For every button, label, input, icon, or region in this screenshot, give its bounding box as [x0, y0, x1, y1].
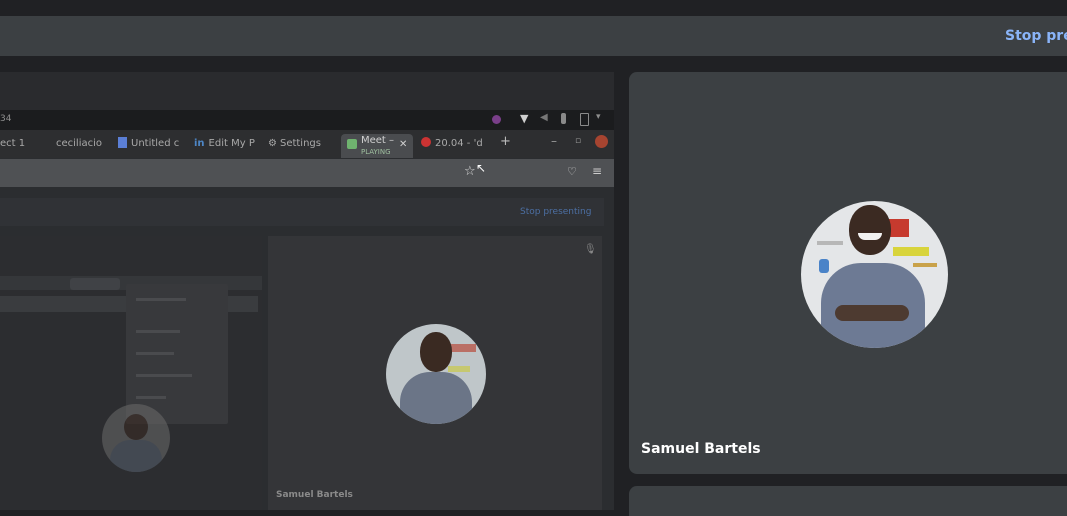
- browser-tab[interactable]: ect 1: [0, 134, 40, 154]
- browser-tab[interactable]: in Edit My P: [194, 134, 256, 154]
- muted-mic-icon: 🎙: [584, 244, 597, 255]
- top-strip: [0, 0, 1067, 16]
- docs-icon: [118, 137, 127, 148]
- presenting-banner: [0, 16, 1067, 56]
- browser-tab[interactable]: ⚙ Settings: [268, 134, 328, 154]
- minimize-icon[interactable]: –: [551, 134, 557, 148]
- participant-name: Samuel Bartels: [641, 441, 761, 457]
- nested-shared-screen: [0, 236, 262, 510]
- system-bar: 34 ▼ ◀ ▾: [0, 110, 614, 130]
- chevron-down-icon: ▾: [596, 112, 601, 122]
- stop-presenting-button[interactable]: Stop prese: [999, 16, 1067, 56]
- shared-screen: 34 ▼ ◀ ▾ ect 1 ceciliacio Untitled c in E…: [0, 72, 614, 510]
- nested-active-tab: [70, 278, 120, 290]
- system-clock: 34: [0, 114, 12, 124]
- menu-icon[interactable]: ≡: [592, 164, 602, 178]
- nested-participant-name: Samuel Bartels: [276, 490, 353, 500]
- face: [849, 205, 891, 255]
- browser-tab[interactable]: ceciliacio: [56, 134, 102, 154]
- gear-icon: ⚙: [268, 138, 277, 149]
- browser-tab-bar: ect 1 ceciliacio Untitled c in Edit My P …: [0, 130, 614, 158]
- shared-screen-top: [0, 72, 614, 110]
- nested-presenting-banner: [0, 198, 604, 226]
- maximize-icon[interactable]: ▫: [575, 136, 581, 146]
- close-tab-icon[interactable]: ✕: [399, 139, 407, 151]
- nested-stop-presenting-button: Stop presenting: [520, 207, 592, 217]
- close-window-icon[interactable]: [595, 135, 608, 148]
- mouse-cursor-icon: ↖: [476, 161, 487, 175]
- microphone-icon: [561, 113, 566, 124]
- participant-tile-2[interactable]: [629, 486, 1067, 516]
- browser-tab[interactable]: Untitled c: [118, 134, 180, 154]
- nested-dropdown-menu: [126, 284, 228, 424]
- nested-participant-avatar: [386, 324, 486, 424]
- volume-icon: ◀: [540, 112, 548, 123]
- crossed-arms: [835, 305, 909, 321]
- browser-tab-meet[interactable]: Meet – PLAYING ✕: [341, 134, 413, 158]
- battery-icon: [580, 113, 589, 126]
- wifi-icon: ▼: [520, 112, 529, 125]
- nested-avatar: [102, 404, 170, 472]
- app-indicator-icon: [492, 115, 501, 124]
- logo-yellow: [893, 247, 929, 256]
- pocket-icon[interactable]: ♡: [567, 165, 577, 178]
- meet-icon: [347, 139, 357, 149]
- participant-tile[interactable]: [629, 72, 1067, 474]
- participant-avatar: [801, 201, 948, 348]
- linkedin-icon: in: [194, 138, 205, 149]
- site-favicon-icon: [421, 137, 431, 147]
- new-tab-icon[interactable]: +: [500, 134, 511, 149]
- nested-participant-tile: 🎙: [268, 236, 602, 510]
- address-bar[interactable]: ☆ ↖ ♡ ≡: [0, 159, 614, 187]
- browser-tab[interactable]: 20.04 - 'd: [421, 134, 483, 154]
- bookmark-star-icon[interactable]: ☆: [464, 164, 476, 179]
